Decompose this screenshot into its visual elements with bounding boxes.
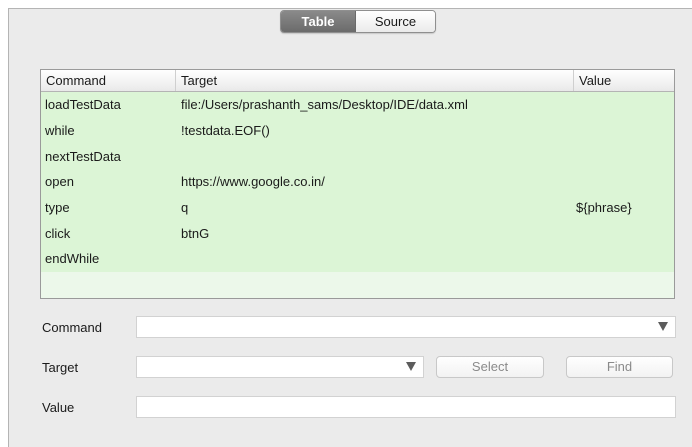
tab-table[interactable]: Table [281,11,356,32]
column-header-value[interactable]: Value [574,70,674,91]
value-cell: ${phrase} [576,200,632,216]
command-cell: while [45,123,75,139]
value-input[interactable] [136,396,676,418]
target-cell: file:/Users/prashanth_sams/Desktop/IDE/d… [181,97,468,113]
table-row[interactable]: nextTestData [41,143,674,169]
command-cell: type [45,200,70,216]
table-row[interactable]: loadTestData file:/Users/prashanth_sams/… [41,92,674,118]
column-header-target[interactable]: Target [176,70,574,91]
target-combobox[interactable] [136,356,424,378]
target-cell: !testdata.EOF() [181,123,270,139]
view-mode-toggle: Table Source [280,10,436,33]
value-label: Value [42,400,75,415]
target-cell: https://www.google.co.in/ [181,174,325,190]
chevron-down-icon[interactable] [658,322,668,331]
target-label: Target [42,360,79,375]
command-label: Command [42,320,102,335]
table-row[interactable]: endWhile [41,246,674,272]
test-steps-table: Command Target Value loadTestData file:/… [40,69,675,299]
table-empty-area[interactable] [41,271,674,298]
column-header-command[interactable]: Command [41,70,176,91]
command-cell: open [45,174,74,190]
select-button[interactable]: Select [436,356,544,378]
command-combobox[interactable] [136,316,676,338]
target-cell: q [181,200,189,216]
command-cell: nextTestData [45,148,121,164]
table-row[interactable]: while !testdata.EOF() [41,118,674,144]
tab-source[interactable]: Source [356,11,435,32]
command-cell: endWhile [45,251,100,267]
table-row[interactable]: click btnG [41,220,674,246]
table-body: loadTestData file:/Users/prashanth_sams/… [41,92,674,272]
table-header: Command Target Value [41,70,674,92]
chevron-down-icon[interactable] [406,362,416,371]
command-cell: click [45,225,71,241]
find-button[interactable]: Find [566,356,673,378]
command-cell: loadTestData [45,97,121,113]
table-row[interactable]: open https://www.google.co.in/ [41,169,674,195]
target-cell: btnG [181,225,210,241]
table-row[interactable]: type q ${phrase} [41,195,674,221]
